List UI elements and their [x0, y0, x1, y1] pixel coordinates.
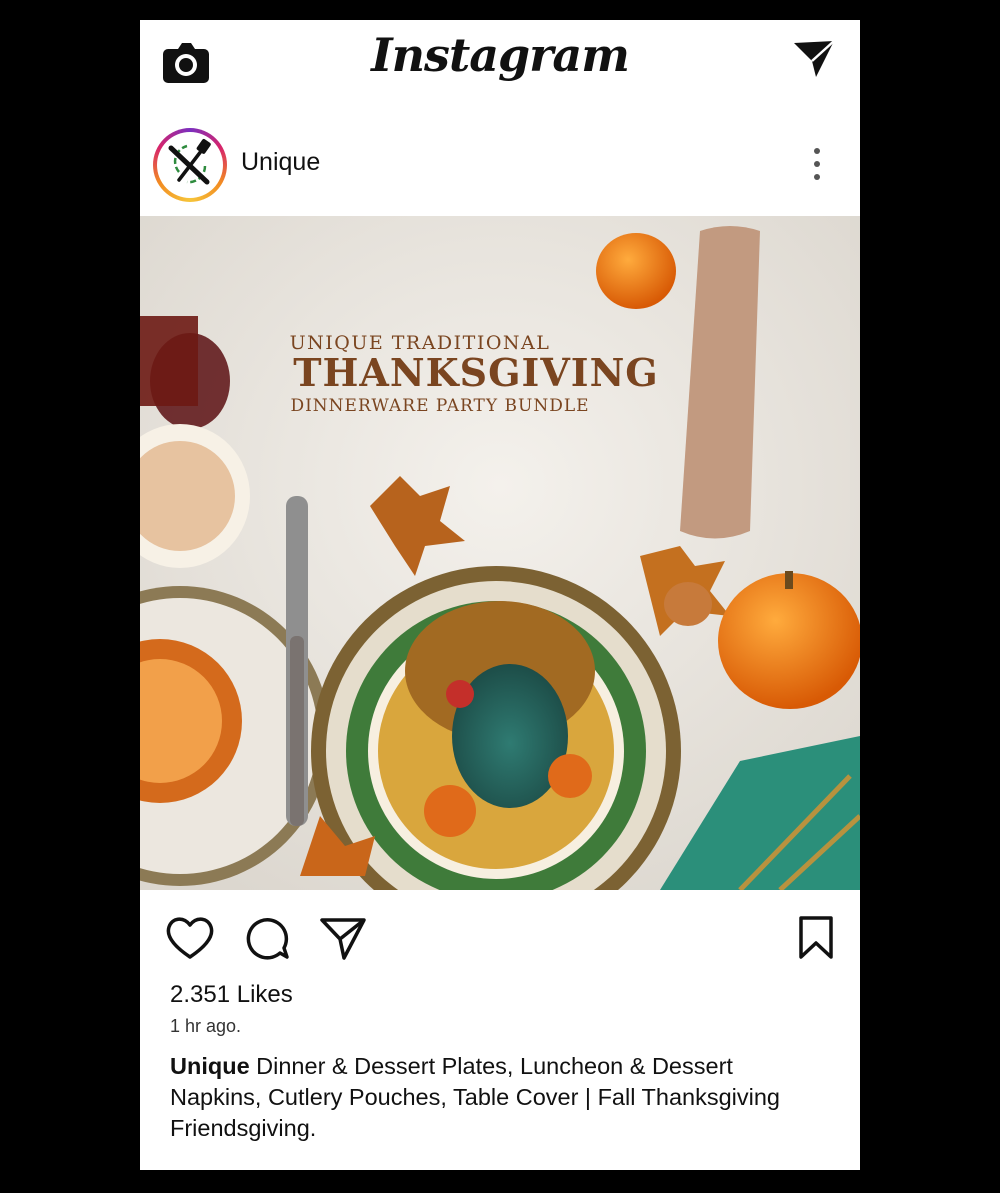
instagram-logo: Instagram	[371, 28, 630, 82]
post-header: Unique	[140, 120, 860, 217]
post-image[interactable]: UNIQUE TRADITIONAL THANKSGIVING DINNERWA…	[140, 216, 860, 890]
bookmark-icon[interactable]	[798, 915, 834, 961]
more-vertical-icon[interactable]	[805, 145, 829, 185]
username[interactable]: Unique	[241, 148, 320, 177]
phone-screen: Instagram Unique UNIQUE TRADITIONAL THAN…	[140, 20, 860, 1170]
send-icon[interactable]	[319, 915, 367, 961]
heart-icon[interactable]	[165, 915, 215, 961]
comment-icon[interactable]	[244, 915, 290, 961]
send-icon[interactable]	[792, 39, 836, 81]
caption-text: Dinner & Dessert Plates, Luncheon & Dess…	[170, 1053, 781, 1141]
avatar[interactable]	[153, 128, 227, 202]
post-actions	[140, 890, 860, 990]
post-caption: Unique Dinner & Dessert Plates, Luncheon…	[170, 1051, 830, 1144]
post-time: 1 hr ago.	[170, 1016, 242, 1036]
likes-count[interactable]: 2.351 Likes	[170, 981, 293, 1009]
image-text-line3: DINNERWARE PARTY BUNDLE	[290, 396, 589, 416]
caption-author[interactable]: Unique	[170, 1053, 250, 1079]
top-bar: Instagram	[140, 20, 860, 110]
image-text-line2: THANKSGIVING	[293, 350, 659, 395]
cutlery-logo-icon	[168, 139, 211, 185]
